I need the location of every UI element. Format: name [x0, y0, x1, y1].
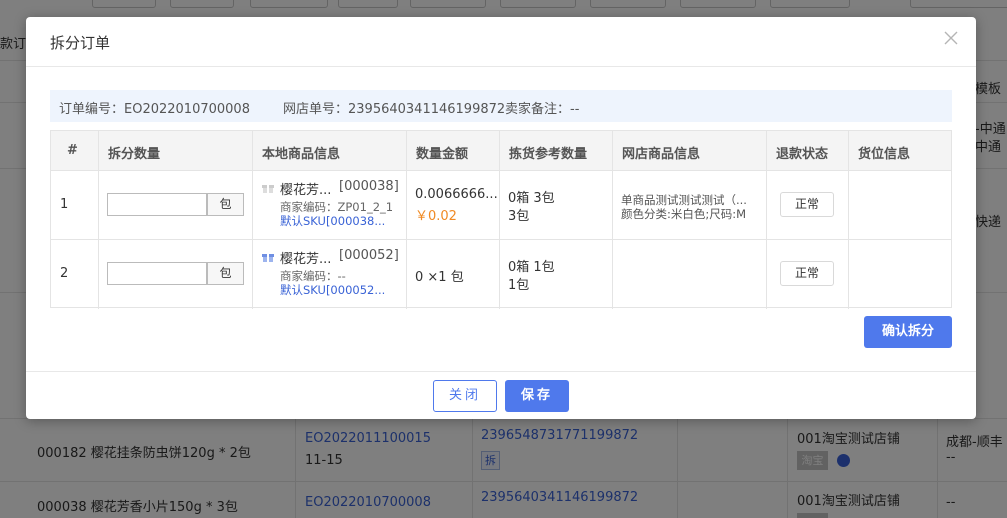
shop-product-spec: 颜色分类:米白色;尺码:M	[621, 207, 747, 221]
product-name: 樱花芳...	[280, 252, 332, 267]
unit-label: 包	[207, 262, 244, 285]
column-header: 退款状态	[776, 147, 829, 162]
shop-order-number: 网店单号：2395640341146199872	[283, 102, 506, 117]
table-header: # 拆分数量 本地商品信息 数量金额 拣货参考数量 网店商品信息 退款状态 货位…	[51, 131, 951, 171]
column-header: 本地商品信息	[262, 147, 341, 162]
order-number: 订单编号：EO2022010700008	[59, 102, 250, 117]
order-info-bar: 订单编号：EO2022010700008 网店单号：23956403411461…	[50, 90, 952, 122]
dialog-footer-divider	[26, 371, 976, 372]
pick-qty-units: 3包	[508, 209, 530, 224]
product-name: 樱花芳...	[280, 183, 332, 198]
close-icon[interactable]	[943, 30, 959, 46]
column-header: #	[67, 143, 78, 158]
product-code: [000052]	[339, 248, 399, 263]
column-header: 拣货参考数量	[509, 147, 588, 162]
gift-icon	[262, 251, 274, 263]
column-header: 数量金额	[416, 147, 469, 162]
sku-link[interactable]: 默认SKU[000038...	[280, 213, 385, 229]
qty-amount: 0.0066666...	[415, 187, 498, 202]
column-header: 网店商品信息	[622, 147, 701, 162]
seller-note: 卖家备注：--	[505, 102, 580, 117]
split-qty-input[interactable]	[107, 193, 207, 216]
column-header: 拆分数量	[108, 147, 161, 162]
row-index: 2	[60, 266, 69, 281]
table-row: 1 包 樱花芳... [000038] 商家编码：ZP01_2_1 默认SKU[…	[51, 171, 951, 240]
column-header: 货位信息	[858, 147, 911, 162]
save-button[interactable]: 保存	[505, 380, 569, 412]
split-table: # 拆分数量 本地商品信息 数量金额 拣货参考数量 网店商品信息 退款状态 货位…	[50, 130, 952, 309]
close-button[interactable]: 关闭	[433, 380, 497, 412]
pick-qty-units: 1包	[508, 278, 530, 293]
price: ￥0.02	[415, 209, 457, 224]
row-index: 1	[60, 197, 69, 212]
refund-status-badge: 正常	[780, 192, 834, 217]
pick-qty-boxes: 0箱 1包	[508, 260, 555, 275]
dialog-title: 拆分订单	[50, 34, 111, 52]
split-order-dialog: 拆分订单 订单编号：EO2022010700008 网店单号：239564034…	[26, 17, 976, 419]
sku-link[interactable]: 默认SKU[000052...	[280, 282, 385, 298]
gift-icon	[262, 182, 274, 194]
pick-qty-boxes: 0箱 3包	[508, 191, 555, 206]
refund-status-badge: 正常	[780, 261, 834, 286]
confirm-split-button[interactable]: 确认拆分	[864, 316, 952, 348]
split-qty-input[interactable]	[107, 262, 207, 285]
product-code: [000038]	[339, 179, 399, 194]
dialog-header: 拆分订单	[26, 17, 976, 67]
unit-label: 包	[207, 193, 244, 216]
table-row: 2 包 樱花芳... [000052] 商家编码：-- 默认SKU[000052…	[51, 240, 951, 309]
qty-amount: 0 ×1 包	[415, 270, 464, 285]
